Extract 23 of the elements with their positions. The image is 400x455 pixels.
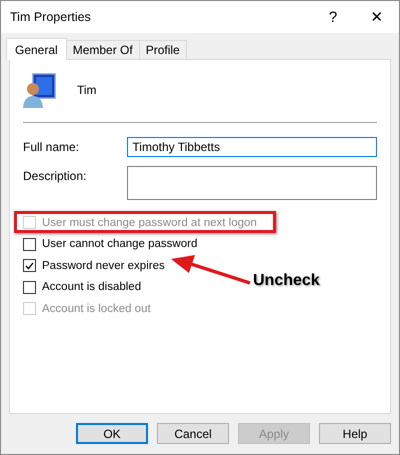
checkbox[interactable] [23, 280, 36, 294]
user-name: Tim [77, 83, 97, 97]
checkbox-label: User cannot change password [42, 238, 198, 250]
help-button[interactable]: ? [311, 1, 355, 33]
checkbox[interactable] [23, 238, 36, 251]
user-computer-icon [23, 72, 57, 108]
checkbox-label: Password never expires [42, 260, 165, 272]
dialog-button[interactable]: Help [319, 423, 391, 444]
checkbox-label: Account is locked out [42, 302, 151, 315]
checkbox-label: Account is disabled [42, 281, 142, 294]
dialog-button[interactable]: OK [76, 423, 148, 444]
field-label: Description: [23, 168, 88, 183]
checkbox[interactable] [23, 259, 36, 272]
close-button[interactable]: ✕ [355, 1, 399, 33]
annotation-text: Uncheck [253, 272, 320, 290]
full-name-field[interactable]: Timothy Tibbetts [127, 137, 377, 157]
field-label: Full name: [23, 139, 80, 154]
tab[interactable]: Profile [138, 40, 187, 59]
dialog-button[interactable]: Cancel [157, 423, 229, 444]
description-field[interactable] [127, 166, 377, 200]
tab[interactable]: General [6, 38, 67, 60]
checkbox-label: User must change password at next logon [42, 216, 257, 229]
window-title: Tim Properties [10, 10, 92, 24]
